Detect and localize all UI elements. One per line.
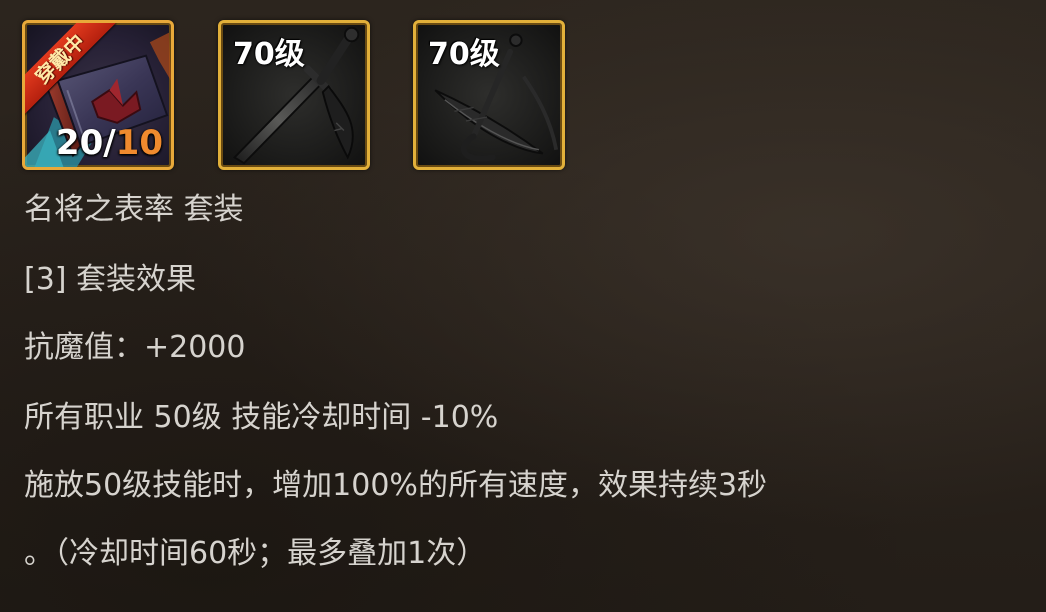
durability-separator: / (103, 123, 116, 163)
equipment-slot-bow[interactable]: 70级 (413, 20, 565, 170)
durability-current: 20 (55, 123, 104, 163)
effect-line-speed-buff: 施放50级技能时，增加100%的所有速度，效果持续3秒 (24, 468, 768, 503)
item-level-label: 70级 (428, 37, 500, 72)
equipment-slot-equipped[interactable]: 穿戴中 20/10 (22, 20, 174, 170)
effect-line-buff-cooldown: 。（冷却时间60秒；最多叠加1次） (24, 536, 487, 571)
effect-line-cooldown: 所有职业 50级 技能冷却时间 -10% (24, 400, 499, 435)
durability-max: 10 (115, 123, 163, 163)
durability-counter: 20/10 (56, 123, 163, 163)
equipment-slot-dagger[interactable]: 70级 (218, 20, 370, 170)
set-effect-title: [3] 套装效果 (24, 262, 197, 297)
item-level-label: 70级 (233, 37, 305, 72)
set-name: 名将之表率 套装 (24, 192, 244, 227)
effect-line-magic-resist: 抗魔值：+2000 (24, 330, 246, 365)
